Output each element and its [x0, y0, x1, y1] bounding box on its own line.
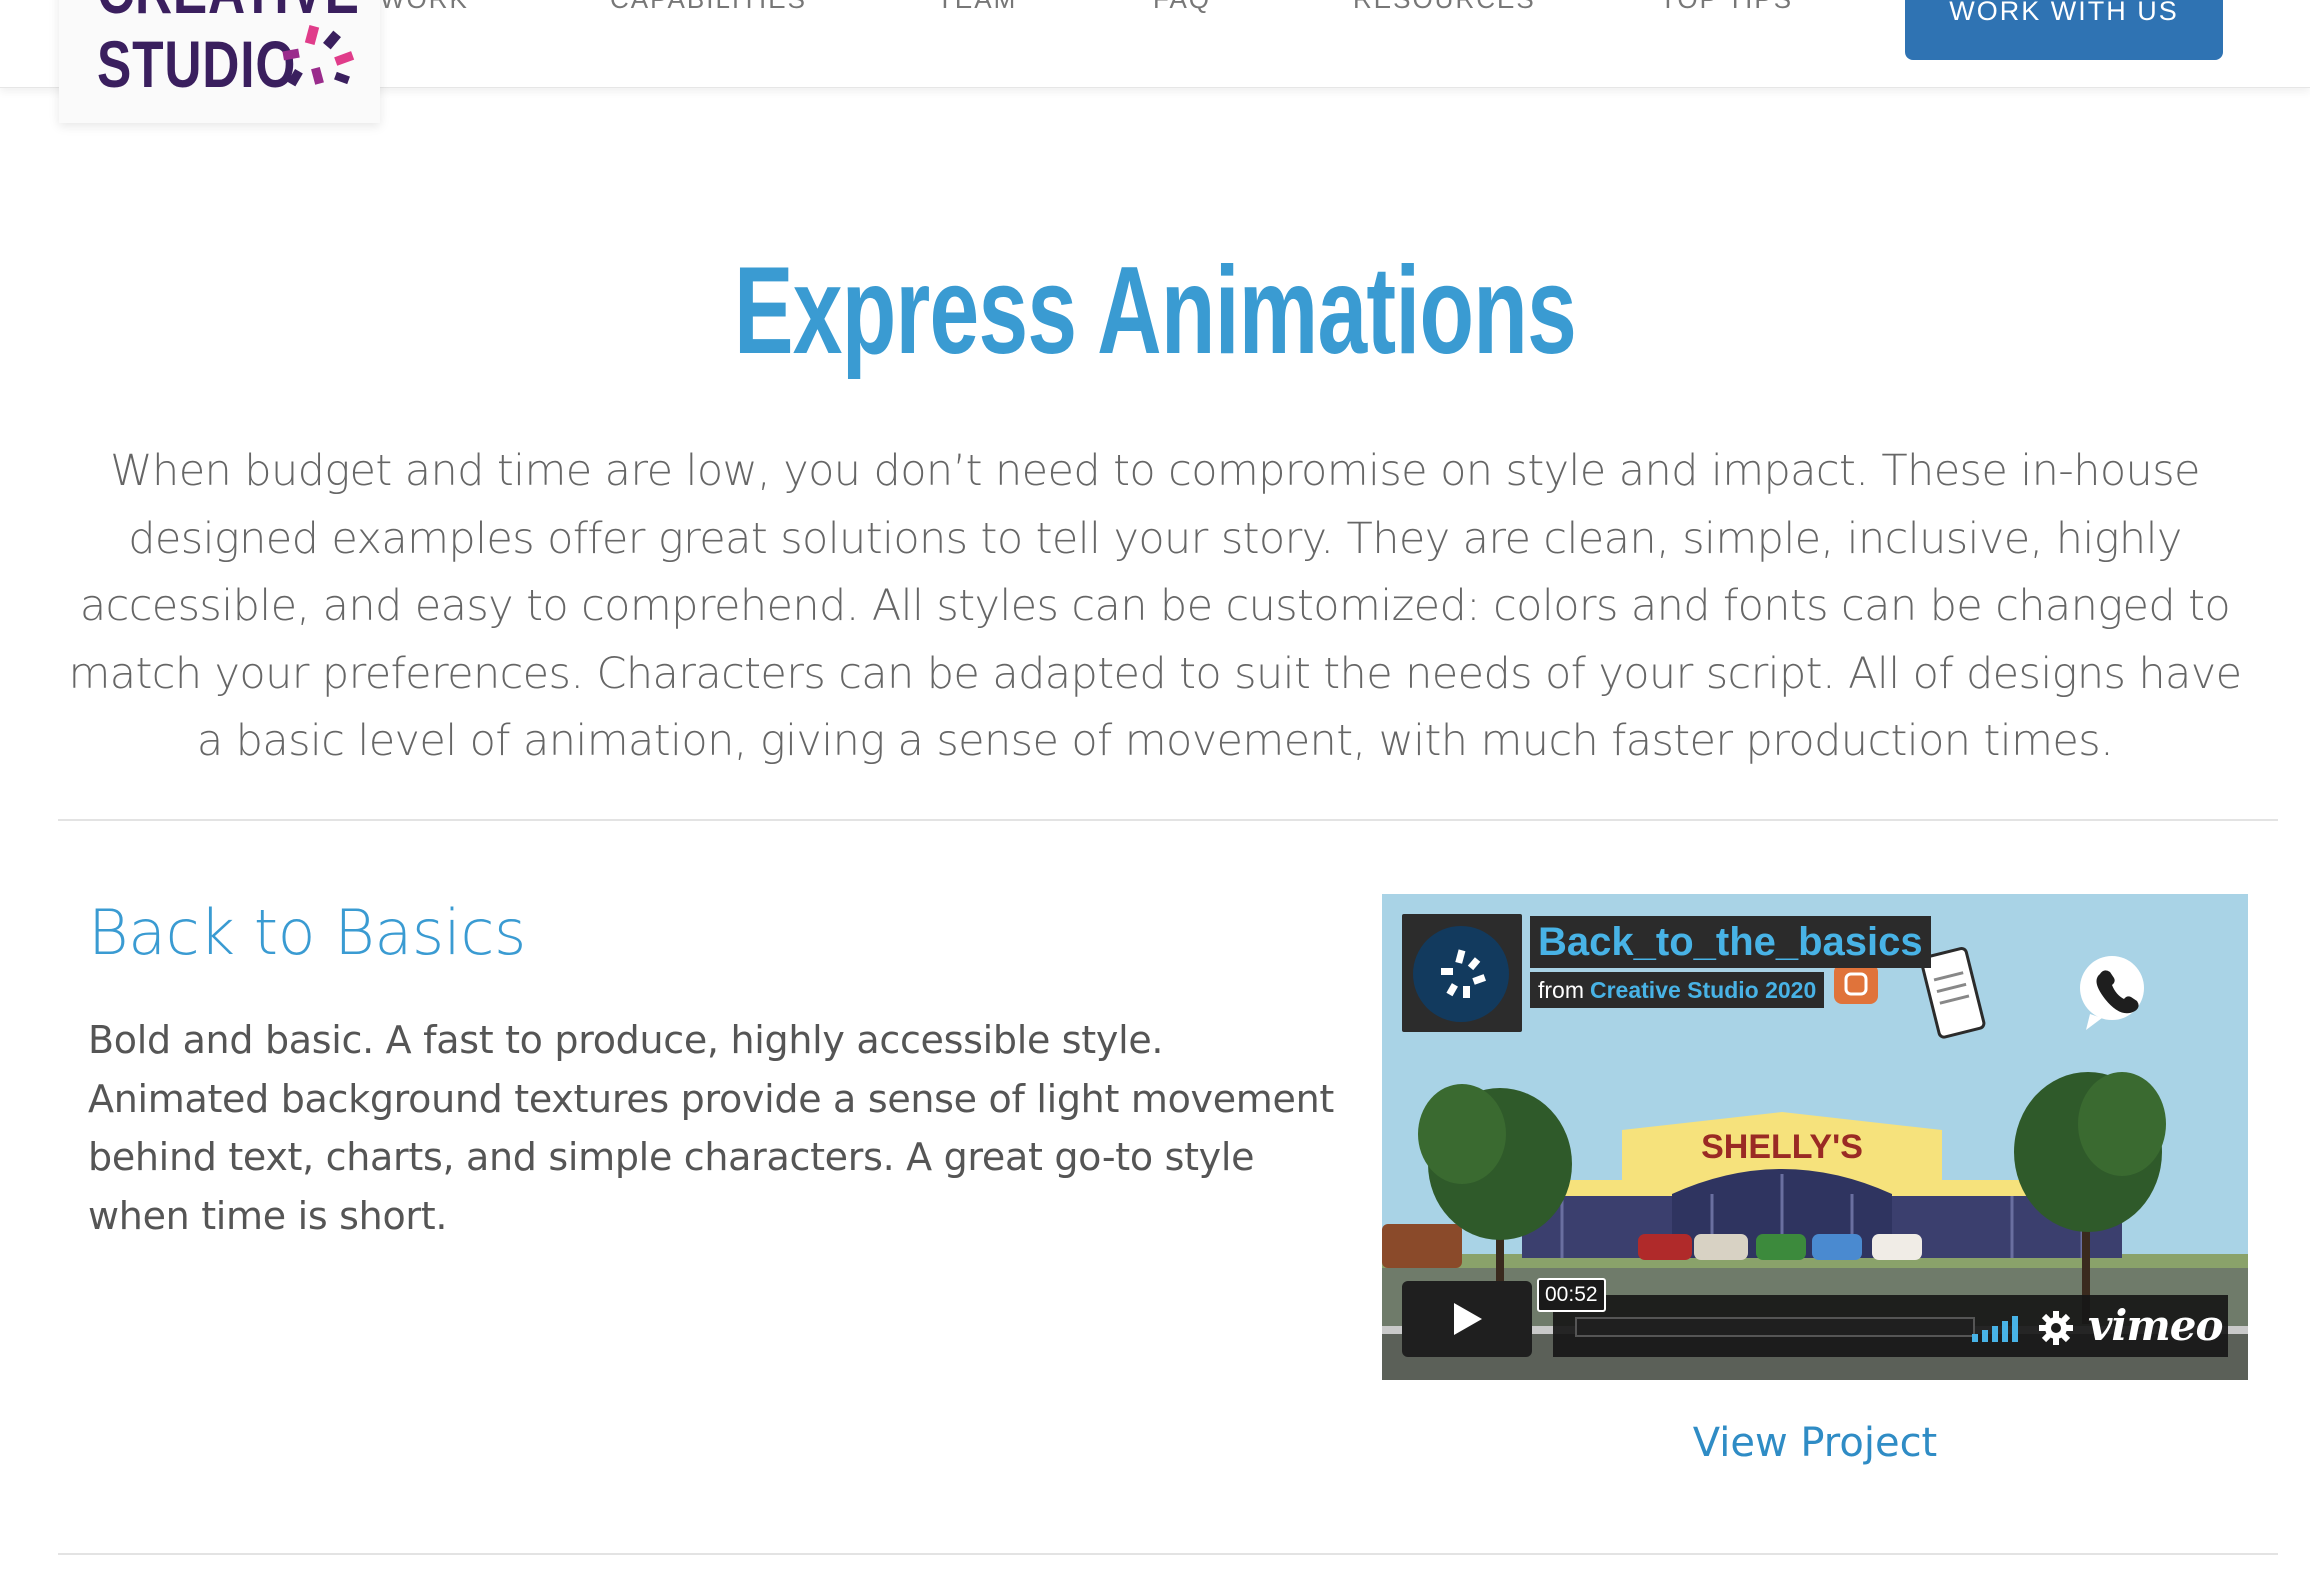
byline-owner-link[interactable]: Creative Studio 2020: [1590, 977, 1816, 1003]
site-header: CREATIVE STUDIO WORK CAPABILITIES TEAM F…: [0, 0, 2310, 123]
volume-icon[interactable]: [1970, 1314, 2022, 1342]
site-logo[interactable]: CREATIVE STUDIO: [59, 0, 380, 123]
section-divider: [58, 819, 2278, 821]
play-button[interactable]: [1402, 1281, 1532, 1357]
nav-item-team[interactable]: TEAM: [937, 0, 1017, 15]
video-player[interactable]: SHELLY'S Back_to_the_basics from Creativ…: [1382, 894, 2248, 1380]
store-sign: SHELLY'S: [1701, 1128, 1863, 1166]
byline-from: from: [1538, 977, 1584, 1003]
video-byline: from Creative Studio 2020: [1530, 972, 1825, 1008]
project-title[interactable]: Back to Basics: [88, 896, 526, 969]
nav-item-capabilities[interactable]: CAPABILITIES: [610, 0, 807, 15]
logo-burst-icon: [282, 25, 355, 87]
work-with-us-button[interactable]: WORK WITH US: [1905, 0, 2223, 60]
intro-paragraph: When budget and time are low, you don’t …: [68, 446, 2242, 766]
main-nav: WORK CAPABILITIES TEAM FAQ RESOURCES TOP…: [380, 0, 1860, 20]
section-divider: [58, 1553, 2278, 1555]
project-description: Bold and basic. A fast to produce, highl…: [88, 1018, 1334, 1238]
progress-bar[interactable]: [1575, 1317, 1975, 1337]
video-owner-avatar-box[interactable]: [1402, 914, 1522, 1032]
page-title: Express Animations: [733, 242, 1577, 380]
nav-item-top-tips[interactable]: TOP TIPS: [1660, 0, 1793, 15]
vimeo-logo[interactable]: vimeo: [2088, 1298, 2224, 1354]
video-title[interactable]: Back_to_the_basics: [1530, 916, 1931, 968]
nav-item-resources[interactable]: RESOURCES: [1353, 0, 1536, 15]
logo-text-line2: STUDIO: [97, 27, 297, 101]
studio-burst-icon: [1441, 949, 1487, 998]
nav-item-faq[interactable]: FAQ: [1153, 0, 1211, 15]
avatar: [1413, 926, 1509, 1022]
view-project-link[interactable]: View Project: [1382, 1420, 2248, 1466]
nav-item-work[interactable]: WORK: [380, 0, 469, 15]
play-icon: [1454, 1303, 1482, 1335]
video-time: 00:52: [1537, 1278, 1606, 1312]
settings-icon[interactable]: [2038, 1310, 2074, 1346]
